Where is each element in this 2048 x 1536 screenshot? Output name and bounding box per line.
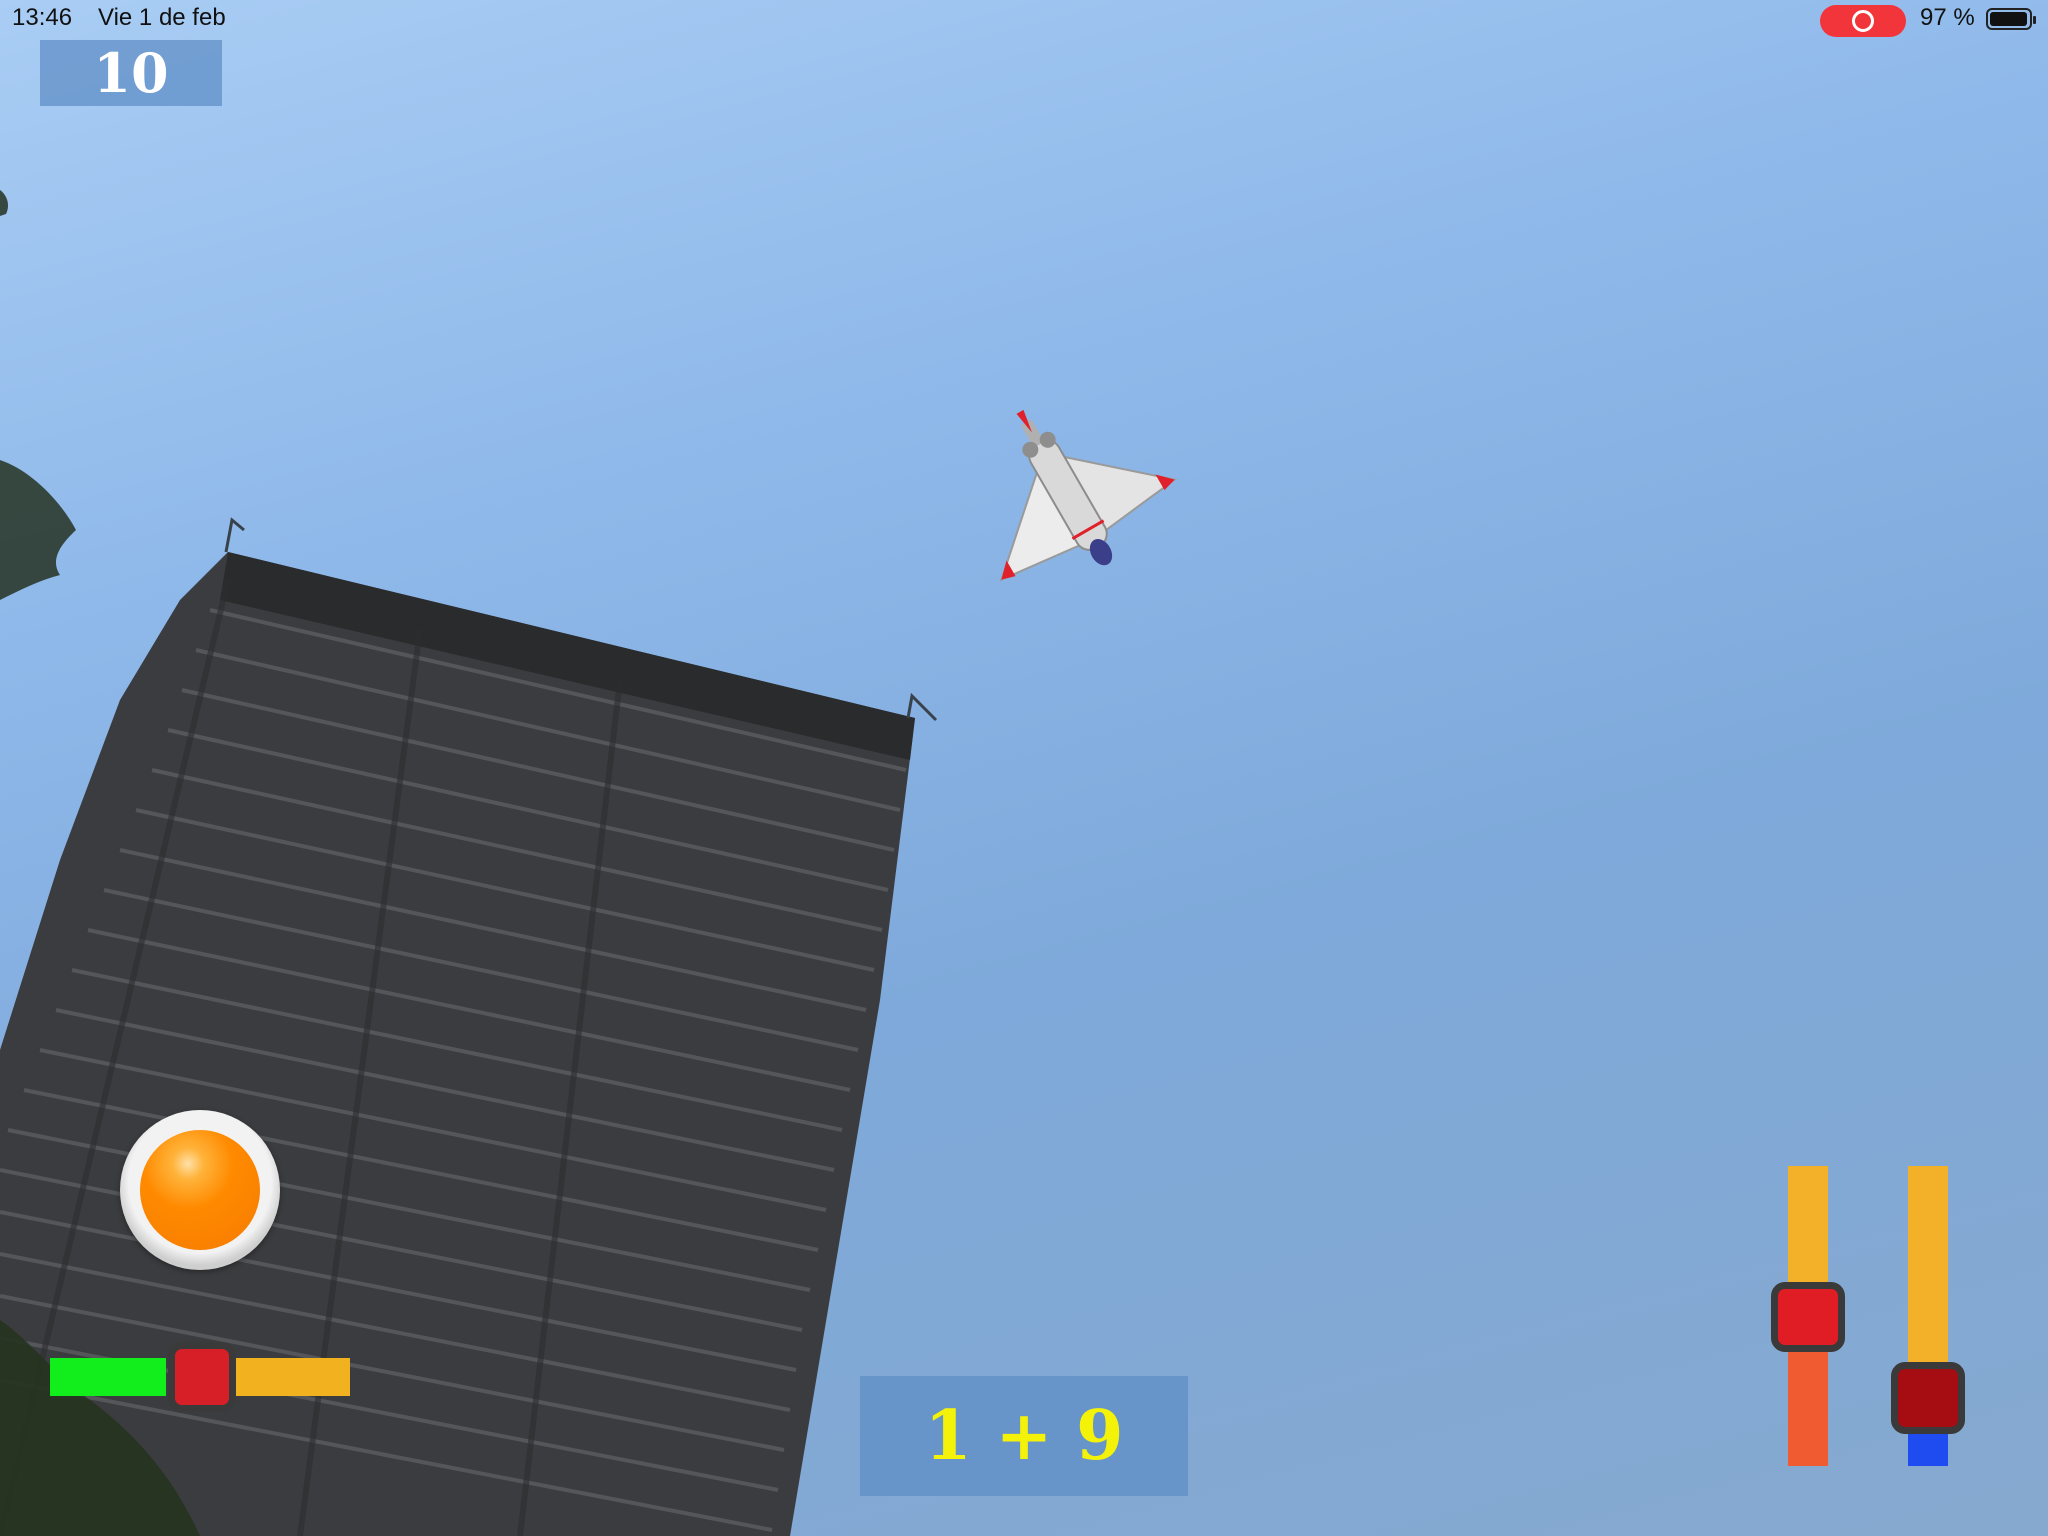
battery-percent: 97 % [1920, 4, 1975, 31]
roll-slider-knob[interactable] [168, 1342, 236, 1412]
fire-button[interactable] [120, 1110, 280, 1270]
roll-slider-left-track [50, 1358, 166, 1396]
throttle-slider-knob[interactable] [1771, 1282, 1845, 1352]
battery-icon [1986, 8, 2036, 30]
screen-recording-indicator[interactable] [1820, 5, 1906, 37]
status-time: 13:46 [12, 4, 73, 31]
pitch-slider-knob[interactable] [1891, 1362, 1965, 1434]
status-date: Vie 1 de feb [98, 4, 226, 31]
fire-button-icon [140, 1130, 260, 1250]
roll-slider-right-track [236, 1358, 350, 1396]
airplane [999, 409, 1178, 582]
math-question-display: 1 + 9 [860, 1376, 1188, 1496]
score-display: 10 [40, 40, 222, 106]
